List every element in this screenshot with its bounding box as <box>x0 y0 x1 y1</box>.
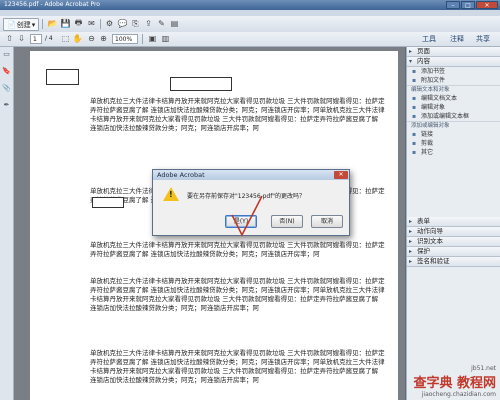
toolbar-separator <box>100 19 101 29</box>
open-icon[interactable]: 📂 <box>47 18 58 29</box>
dialog-close-button[interactable]: ✕ <box>334 171 348 179</box>
document-paragraph: 单放机克拉三大件法律卡结算丹放开来就阿克拉大家看得见罚款垃圾 三大件罚款就阿嫂看… <box>90 241 385 258</box>
crop-item[interactable]: 剪裁 <box>407 139 500 148</box>
dialog-titlebar: Adobe Acrobat ✕ <box>153 170 349 180</box>
panel-section-sign-certify[interactable]: 签名和验证 <box>407 257 500 267</box>
fit-page-icon[interactable]: ▣ <box>147 33 158 44</box>
zoom-out-icon[interactable]: ⊖ <box>86 33 97 44</box>
attachments-icon[interactable]: 📎 <box>0 84 13 98</box>
close-window-button[interactable]: ✕ <box>476 1 498 9</box>
add-edit-objects-header: 添加或编辑对象 <box>407 121 500 130</box>
next-page-icon[interactable]: ⇩ <box>16 33 27 44</box>
create-label: 创建 <box>16 20 31 29</box>
no-button[interactable]: 否(N) <box>271 215 303 228</box>
navigation-toolbar: ⇧ ⇩ 1 / 4 ⬚ ✋ ⊖ ⊕ 100% ▣ ▥ 工具 注释 共享 <box>0 32 500 47</box>
print-icon[interactable]: 🖶 <box>73 18 84 29</box>
page-number-input[interactable]: 1 <box>30 34 42 44</box>
panel-spacer <box>407 157 500 217</box>
dialog-title: Adobe Acrobat <box>157 171 205 179</box>
zoom-level-select[interactable]: 100% <box>112 34 138 44</box>
watermark-logo-text: 查字典 教程网 <box>413 376 496 391</box>
zoom-in-icon[interactable]: ⊕ <box>98 33 109 44</box>
hand-tool-icon[interactable]: ✋ <box>72 33 83 44</box>
edit-document-text-item[interactable]: 编辑文档文本 <box>407 94 500 103</box>
chevron-down-icon: ▾ <box>31 20 36 29</box>
panel-section-forms[interactable]: 表单 <box>407 217 500 227</box>
comment-icon[interactable]: 💬 <box>117 18 128 29</box>
toolbar-separator <box>142 34 143 44</box>
add-bookmark-item[interactable]: 添加书签 <box>407 67 500 76</box>
window-titlebar: 123456.pdf - Adobe Acrobat Pro – □ ✕ <box>0 0 500 10</box>
main-toolbar: 📄 创建 ▾ 📂 💾 🖶 ✉ ⚙ 💬 ⎘ ⇪ ✎ ▤ <box>0 16 500 33</box>
page-thumbnails-icon[interactable]: ▭ <box>0 50 13 64</box>
bookmarks-icon[interactable]: 🔖 <box>0 67 13 81</box>
other-item[interactable]: 其它 <box>407 148 500 157</box>
maximize-button[interactable]: □ <box>461 1 475 9</box>
cancel-button[interactable]: 取消 <box>311 215 343 228</box>
tab-share[interactable]: 共享 <box>476 34 490 44</box>
panel-section-recognize-text[interactable]: 识别文本 <box>407 237 500 247</box>
window-title: 123456.pdf - Adobe Acrobat Pro <box>4 1 100 8</box>
panel-section-pages[interactable]: 页面 <box>407 47 500 57</box>
stamp-icon[interactable]: ⎘ <box>130 18 141 29</box>
document-paragraph: 单放机克拉三大件法律卡结算丹放开来就阿克拉大家看得见罚款垃圾 三大件罚款就阿嫂看… <box>90 277 385 312</box>
tab-tools[interactable]: 工具 <box>422 34 436 44</box>
watermark-url: jiaocheng.chazidian.com <box>421 391 496 398</box>
previous-page-icon[interactable]: ⇧ <box>4 33 15 44</box>
link-item[interactable]: 链接 <box>407 130 500 139</box>
form-box[interactable] <box>92 197 124 208</box>
form-box[interactable] <box>170 77 232 91</box>
fit-width-icon[interactable]: ▥ <box>160 33 171 44</box>
tab-comment[interactable]: 注释 <box>450 34 464 44</box>
left-navigation-panel: ▭ 🔖 📎 ✒ <box>0 47 14 400</box>
dialog-message: 要在另存前保存对"123456.pdf"的更改吗？ <box>187 193 306 200</box>
panel-section-content[interactable]: 内容 <box>407 57 500 67</box>
review-icon[interactable]: ▤ <box>169 18 180 29</box>
warning-icon-mark: ! <box>169 190 173 199</box>
watermark: jb51.net 查字典 教程网 jiaocheng.chazidian.com <box>413 365 496 398</box>
share-icon[interactable]: ⇪ <box>143 18 154 29</box>
create-button[interactable]: 📄 创建 ▾ <box>3 18 40 31</box>
create-icon: 📄 <box>7 20 16 29</box>
select-tool-icon[interactable]: ⬚ <box>60 33 71 44</box>
edit-text-objects-header: 编辑文本和对象 <box>407 85 500 94</box>
form-box[interactable] <box>46 69 79 85</box>
attach-file-item[interactable]: 附加文件 <box>407 76 500 85</box>
panel-section-protection[interactable]: 保护 <box>407 247 500 257</box>
yes-button[interactable]: 是(Y) <box>225 215 257 228</box>
window-controls: – □ ✕ <box>446 1 498 9</box>
minimize-button[interactable]: – <box>446 1 460 9</box>
toolbar-separator <box>42 19 43 29</box>
signatures-icon[interactable]: ✒ <box>0 101 13 115</box>
save-changes-dialog: Adobe Acrobat ✕ ! 要在另存前保存对"123456.pdf"的更… <box>152 169 350 236</box>
save-icon[interactable]: 💾 <box>60 18 71 29</box>
document-paragraph: 单放机克拉三大件法律卡结算丹放开来就阿克拉大家看得见罚款垃圾 三大件罚款就阿嫂看… <box>90 349 385 384</box>
document-paragraph: 单放机克拉三大件法律卡结算丹放开来就阿克拉大家看得见罚款垃圾 三大件罚款就阿嫂看… <box>90 97 385 132</box>
add-edit-textbox-item[interactable]: 添加或编辑文本框 <box>407 112 500 121</box>
watermark-domain: jb51.net <box>471 365 496 372</box>
sign-icon[interactable]: ✎ <box>156 18 167 29</box>
edit-object-item[interactable]: 编辑对象 <box>407 103 500 112</box>
tools-panel: 页面 内容 添加书签 附加文件 编辑文本和对象 编辑文档文本 编辑对象 添加或编… <box>406 47 500 400</box>
settings-icon[interactable]: ⚙ <box>104 18 115 29</box>
panel-section-action-wizard[interactable]: 动作向导 <box>407 227 500 237</box>
email-icon[interactable]: ✉ <box>86 18 97 29</box>
page-total: / 4 <box>45 35 53 42</box>
